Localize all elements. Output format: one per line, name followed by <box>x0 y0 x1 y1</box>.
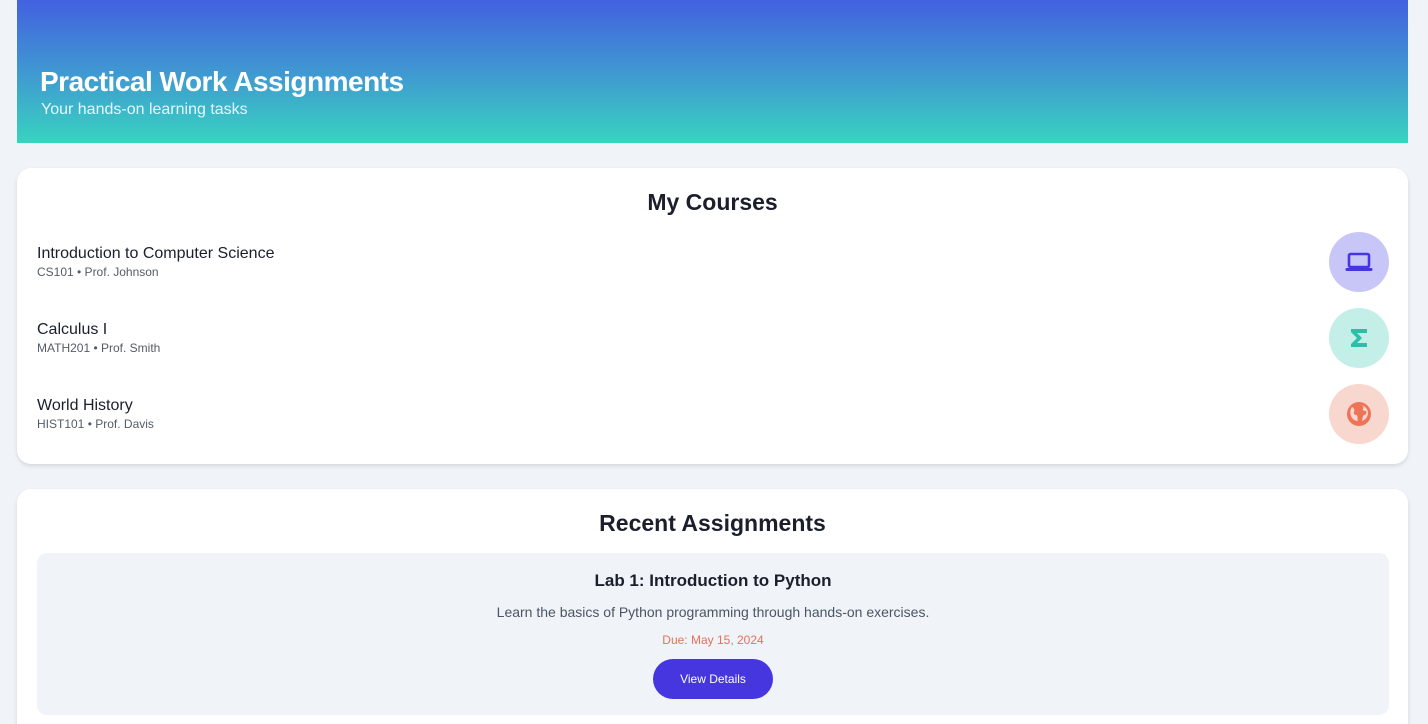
course-name: Introduction to Computer Science <box>37 245 275 262</box>
assignment-item: Lab 1: Introduction to Python Learn the … <box>37 553 1389 715</box>
assignment-title: Lab 1: Introduction to Python <box>594 571 832 590</box>
my-courses-card: My Courses Introduction to Computer Scie… <box>17 168 1408 464</box>
globe-icon <box>1329 384 1389 444</box>
page: Practical Work Assignments Your hands-on… <box>0 0 1428 724</box>
assignment-due-date: Due: May 15, 2024 <box>662 633 764 647</box>
assignment-description: Learn the basics of Python programming t… <box>496 604 930 620</box>
course-meta: HIST101 • Prof. Davis <box>37 417 154 431</box>
course-name: Calculus I <box>37 321 108 338</box>
laptop-icon <box>1329 232 1389 292</box>
view-details-button[interactable]: View Details <box>653 659 773 699</box>
course-meta: CS101 • Prof. Johnson <box>37 265 159 279</box>
recent-assignments-title: Recent Assignments <box>599 510 826 536</box>
my-courses-title: My Courses <box>647 189 778 215</box>
sigma-icon <box>1329 308 1389 368</box>
course-meta: MATH201 • Prof. Smith <box>37 341 161 355</box>
course-item-cs101[interactable]: Introduction to Computer Science CS101 •… <box>37 232 1389 292</box>
course-item-hist101[interactable]: World History HIST101 • Prof. Davis <box>37 384 1389 444</box>
course-item-math201[interactable]: Calculus I MATH201 • Prof. Smith <box>37 308 1389 368</box>
page-title: Practical Work Assignments <box>40 66 404 97</box>
course-name: World History <box>37 397 133 414</box>
page-subtitle: Your hands-on learning tasks <box>41 101 248 118</box>
page-header: Practical Work Assignments Your hands-on… <box>17 0 1408 143</box>
recent-assignments-card: Recent Assignments Lab 1: Introduction t… <box>17 489 1408 724</box>
